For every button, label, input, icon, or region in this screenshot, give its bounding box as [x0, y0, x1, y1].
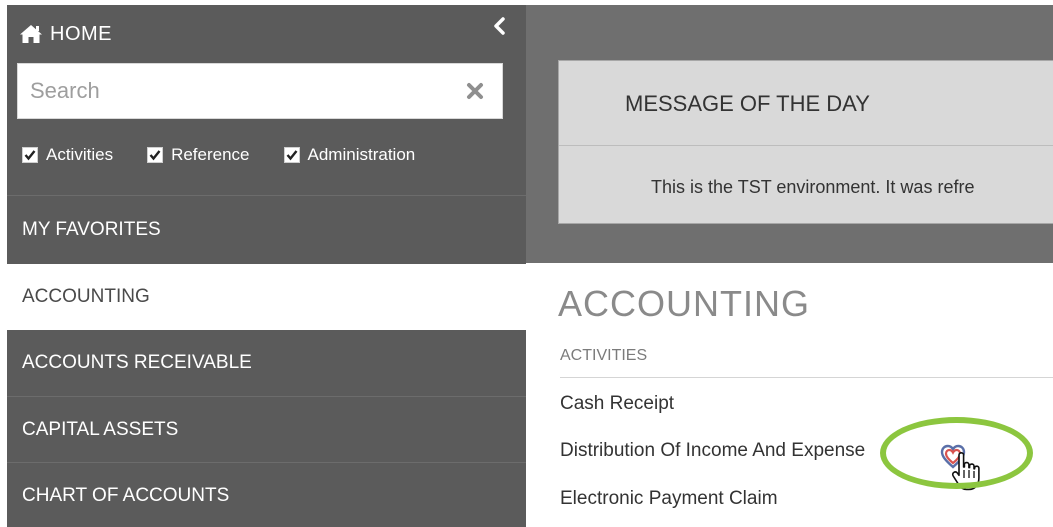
sidebar-item-label: CHART OF ACCOUNTS [22, 484, 230, 506]
motd-title: MESSAGE OF THE DAY [625, 91, 870, 116]
search-box [17, 63, 503, 119]
clear-x-icon [467, 83, 483, 99]
filter-label: Activities [46, 145, 114, 164]
section-divider [560, 377, 1053, 378]
sidebar-item-my-favorites[interactable]: MY FAVORITES [7, 195, 526, 264]
sidebar-item-accounts-receivable[interactable]: ACCOUNTS RECEIVABLE [7, 330, 526, 396]
sidebar-item-label: ACCOUNTS RECEIVABLE [22, 352, 252, 373]
sidebar-item-capital-assets[interactable]: CAPITAL ASSETS [7, 396, 526, 462]
search-filters: Activities Reference Administration [22, 143, 415, 167]
home-icon [20, 25, 42, 43]
collapse-sidebar-button[interactable] [485, 11, 513, 41]
activities-checkbox[interactable] [22, 147, 38, 163]
activity-link-distribution-of-income-and-expense[interactable]: Distribution Of Income And Expense [560, 440, 865, 462]
search-input[interactable] [30, 64, 450, 118]
sidebar: HOME Activities Reference [7, 5, 526, 527]
administration-checkbox[interactable] [283, 147, 300, 163]
filter-label: Administration [307, 145, 416, 164]
page-title: ACCOUNTING [558, 283, 810, 324]
checkmark-icon [286, 150, 297, 161]
sidebar-item-label: MY FAVORITES [22, 219, 161, 240]
activity-link-electronic-payment-claim[interactable]: Electronic Payment Claim [560, 488, 778, 510]
message-of-the-day-panel: MESSAGE OF THE DAY This is the TST envir… [558, 60, 1053, 224]
sidebar-item-accounting[interactable]: ACCOUNTING [7, 264, 526, 330]
filter-reference[interactable]: Reference [147, 145, 250, 165]
highlight-circle-annotation [880, 417, 1033, 489]
sidebar-item-chart-of-accounts[interactable]: CHART OF ACCOUNTS [7, 462, 526, 527]
chevron-left-icon [494, 17, 505, 35]
clear-search-button[interactable] [464, 80, 486, 102]
filter-administration[interactable]: Administration [283, 145, 416, 165]
sidebar-item-label: CAPITAL ASSETS [22, 418, 179, 440]
checkmark-icon [24, 150, 36, 161]
section-label-activities: ACTIVITIES [560, 347, 648, 364]
reference-checkbox[interactable] [147, 147, 164, 163]
home-label: HOME [50, 22, 112, 45]
motd-text: This is the TST environment. It was refr… [651, 177, 975, 197]
motd-divider [559, 145, 1053, 146]
sidebar-item-label: ACCOUNTING [22, 286, 150, 307]
filter-activities[interactable]: Activities [22, 145, 113, 165]
activity-link-cash-receipt[interactable]: Cash Receipt [560, 393, 674, 415]
filter-label: Reference [171, 145, 250, 164]
modal-overlay[interactable]: MESSAGE OF THE DAY This is the TST envir… [526, 5, 1053, 263]
checkmark-icon [149, 150, 161, 161]
home-link[interactable]: HOME [19, 19, 112, 49]
